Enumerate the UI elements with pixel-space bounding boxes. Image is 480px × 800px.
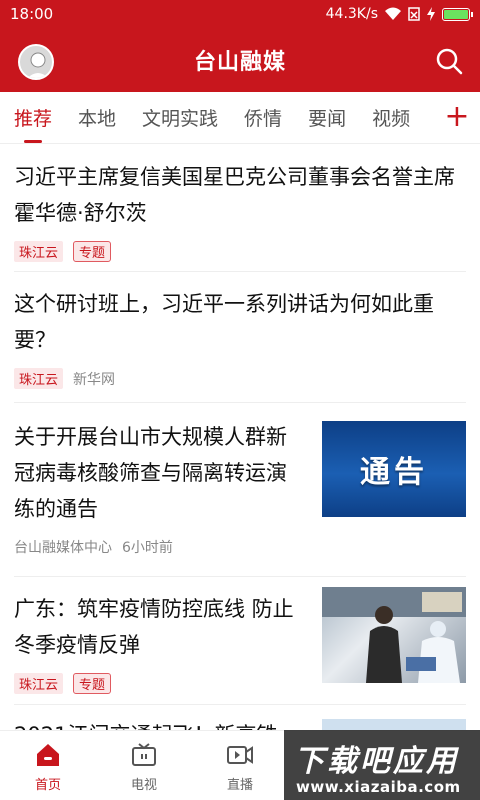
channel-tabs: 推荐 本地 文明实践 侨情 要闻 视频 + (0, 92, 480, 144)
tab-video[interactable]: 视频 (372, 104, 410, 131)
news-thumbnail: 通告 (322, 421, 466, 517)
news-meta: 珠江云 新华网 (14, 368, 466, 389)
sim-error-icon (408, 7, 420, 21)
search-icon[interactable] (434, 46, 464, 76)
tab-headlines[interactable]: 要闻 (308, 104, 346, 131)
nav-home-label: 首页 (34, 778, 61, 793)
source-tag: 珠江云 (14, 241, 64, 262)
publisher: 台山融媒体中心 (14, 540, 112, 556)
wifi-icon (385, 7, 401, 20)
app-title: 台山融媒 (193, 50, 286, 75)
news-thumbnail (322, 587, 466, 683)
news-item[interactable]: 这个研讨班上，习近平一系列讲话为何如此重要？ 珠江云 新华网 (14, 272, 466, 403)
nav-live[interactable]: 直播 (192, 731, 288, 800)
battery-level (444, 9, 468, 19)
news-title: 广东：筑牢疫情防控底线 防止冬季疫情反弹 (14, 597, 294, 657)
news-item[interactable]: 关于开展台山市大规模人群新冠病毒核酸筛查与隔离转运演练的通告 台山融媒体中心 6… (14, 403, 466, 577)
news-meta: 台山融媒体中心 6小时前 (14, 537, 466, 557)
news-item[interactable]: 2021江门交通起飞！新高铁 (14, 705, 466, 730)
tab-local[interactable]: 本地 (78, 104, 116, 131)
tab-civilization[interactable]: 文明实践 (142, 104, 218, 131)
live-icon (227, 746, 253, 764)
network-speed: 44.3K/s (325, 6, 378, 22)
news-item[interactable]: 广东：筑牢疫情防控底线 防止冬季疫情反弹 珠江云 专题 (14, 577, 466, 705)
publish-time: 6小时前 (122, 540, 173, 556)
news-title: 关于开展台山市大规模人群新冠病毒核酸筛查与隔离转运演练的通告 (14, 425, 287, 521)
nav-tv-label: 电视 (130, 778, 157, 793)
topic-badge: 专题 (73, 673, 112, 694)
watermark-title: 下载吧应用 (294, 744, 459, 779)
app-header: 台山融媒 (0, 28, 480, 92)
home-icon (37, 744, 59, 766)
tv-icon (132, 743, 156, 766)
nav-tv[interactable]: 电视 (96, 731, 192, 800)
watermark: 下载吧应用 www.xiazaiba.com (284, 730, 480, 800)
news-title: 习近平主席复信美国星巴克公司董事会名誉主席霍华德·舒尔茨 (14, 165, 455, 225)
news-item[interactable]: 习近平主席复信美国星巴克公司董事会名誉主席霍华德·舒尔茨 珠江云 专题 (14, 145, 466, 272)
battery-icon (442, 7, 473, 21)
thumbnail-text: 通告 (360, 455, 428, 490)
source-tag: 珠江云 (14, 673, 64, 694)
source-tag: 珠江云 (14, 368, 64, 389)
tab-overseas[interactable]: 侨情 (244, 104, 282, 131)
status-time: 18:00 (10, 5, 54, 23)
news-thumbnail (322, 719, 466, 730)
user-avatar[interactable] (18, 44, 54, 80)
status-bar: 18:00 44.3K/s (0, 0, 480, 28)
nav-home[interactable]: 首页 (0, 731, 96, 800)
topic-badge: 专题 (73, 241, 112, 262)
add-channel-button[interactable]: + (444, 102, 470, 132)
watermark-url: www.xiazaiba.com (296, 778, 461, 796)
news-title: 这个研讨班上，习近平一系列讲话为何如此重要？ (14, 292, 434, 352)
charging-icon (427, 7, 435, 21)
publisher: 新华网 (73, 371, 116, 388)
nav-live-label: 直播 (226, 778, 253, 793)
news-feed: 习近平主席复信美国星巴克公司董事会名誉主席霍华德·舒尔茨 珠江云 专题 这个研讨… (0, 145, 480, 730)
news-meta: 珠江云 专题 (14, 241, 466, 262)
status-right: 44.3K/s (325, 6, 473, 22)
tab-recommended[interactable]: 推荐 (14, 104, 52, 131)
